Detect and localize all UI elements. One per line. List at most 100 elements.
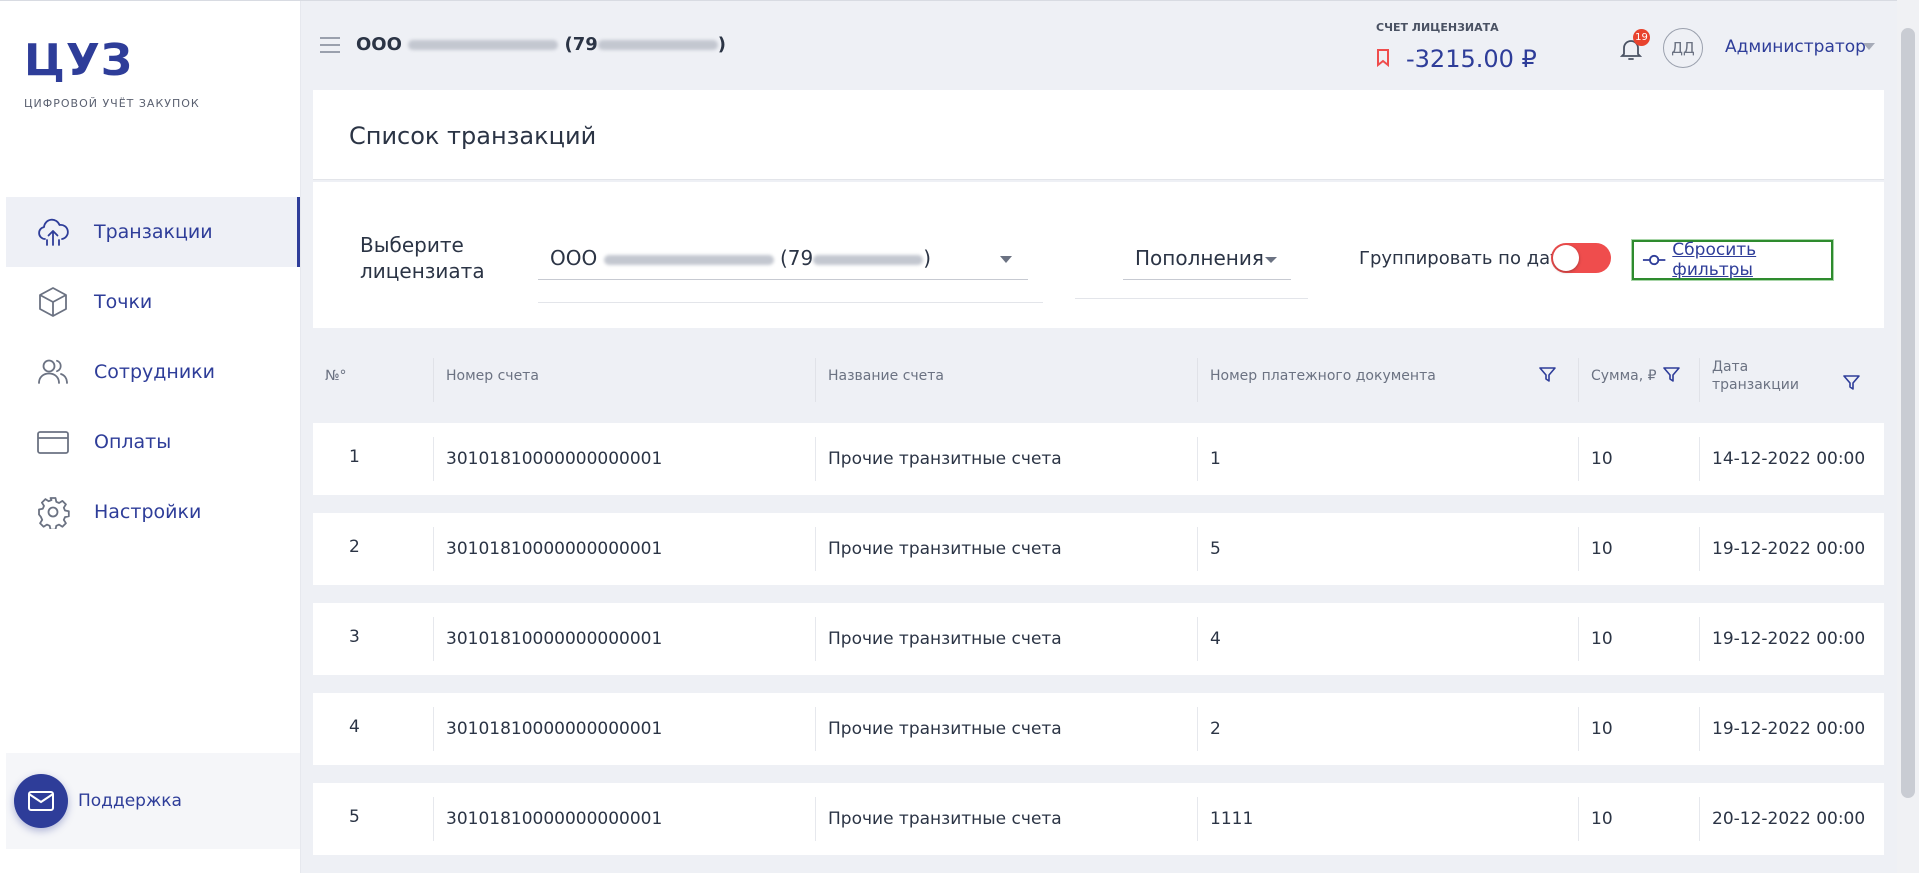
reset-filter-icon — [1642, 254, 1666, 266]
user-menu[interactable]: Администратор — [1725, 37, 1866, 57]
support-panel: Поддержка — [6, 753, 300, 849]
table-row[interactable]: 4 30101810000000000001 Прочие транзитные… — [313, 693, 1884, 765]
column-divider — [433, 617, 434, 661]
mail-icon — [28, 791, 54, 811]
chevron-down-icon[interactable] — [1863, 43, 1875, 50]
table-header: №° Номер счета Название счета Номер плат… — [313, 340, 1884, 412]
column-divider — [1699, 527, 1700, 571]
licensee-select[interactable]: ООО (79) — [538, 238, 1028, 280]
column-divider — [815, 437, 816, 481]
column-divider — [1197, 527, 1198, 571]
gear-icon — [36, 495, 70, 529]
cell-sum: 10 — [1591, 719, 1613, 739]
cell-account-name: Прочие транзитные счета — [828, 449, 1062, 469]
app-logo[interactable]: ЦУЗ — [24, 35, 133, 86]
column-divider — [1699, 797, 1700, 841]
column-divider — [815, 617, 816, 661]
vertical-scrollbar[interactable] — [1897, 0, 1919, 873]
page-title: Список транзакций — [349, 122, 597, 150]
sidebar: ЦУЗ ЦИФРОВОЙ УЧЁТ ЗАКУПОК Транзакции Точ… — [0, 0, 300, 873]
toggle-knob — [1553, 245, 1579, 271]
support-button[interactable] — [14, 774, 68, 828]
sidebar-item-employees[interactable]: Сотрудники — [6, 337, 300, 407]
cell-date: 19-12-2022 00:00 — [1712, 539, 1866, 559]
cell-account-number: 30101810000000000001 — [446, 629, 663, 649]
cell-number: 1 — [349, 447, 360, 467]
column-divider — [433, 437, 434, 481]
column-divider — [1578, 358, 1579, 402]
column-divider — [1578, 707, 1579, 751]
column-divider — [815, 707, 816, 751]
cell-account-name: Прочие транзитные счета — [828, 719, 1062, 739]
column-divider — [1578, 797, 1579, 841]
cell-number: 5 — [349, 807, 360, 827]
cell-date: 19-12-2022 00:00 — [1712, 629, 1866, 649]
title-bar: Список транзакций — [313, 90, 1884, 180]
notifications-badge: 19 — [1633, 29, 1650, 46]
column-divider — [1197, 617, 1198, 661]
cell-sum: 10 — [1591, 539, 1613, 559]
credit-card-icon — [36, 425, 70, 459]
menu-icon[interactable] — [320, 37, 340, 55]
column-header-payment-doc[interactable]: Номер платежного документа — [1210, 340, 1436, 412]
column-divider — [1699, 358, 1700, 402]
app-logo-subtitle: ЦИФРОВОЙ УЧЁТ ЗАКУПОК — [24, 97, 200, 110]
support-label[interactable]: Поддержка — [78, 791, 182, 811]
column-divider — [815, 527, 816, 571]
cell-number: 4 — [349, 717, 360, 737]
cell-payment-doc: 2 — [1210, 719, 1221, 739]
column-header-account-number[interactable]: Номер счета — [446, 340, 539, 412]
account-balance: -3215.00 ₽ — [1406, 45, 1537, 73]
table-row[interactable]: 3 30101810000000000001 Прочие транзитные… — [313, 603, 1884, 675]
cell-account-number: 30101810000000000001 — [446, 809, 663, 829]
group-by-date-label: Группировать по дате — [1359, 248, 1572, 269]
filter-icon[interactable] — [1539, 366, 1556, 383]
group-by-date-toggle[interactable] — [1551, 243, 1611, 273]
column-header-account-name[interactable]: Название счета — [828, 340, 944, 412]
cell-date: 20-12-2022 00:00 — [1712, 809, 1866, 829]
top-header: ООО (79) СЧЕТ ЛИЦЕНЗИАТА -3215.00 ₽ 19 Д… — [300, 0, 1897, 90]
cloud-upload-icon — [36, 215, 70, 249]
sidebar-item-label: Транзакции — [94, 221, 213, 243]
column-divider — [1197, 437, 1198, 481]
organization-name: ООО (79) — [356, 34, 726, 55]
sidebar-item-label: Настройки — [94, 501, 202, 523]
column-divider — [433, 797, 434, 841]
cube-icon — [36, 285, 70, 319]
transaction-type-select[interactable]: Пополнения — [1123, 238, 1291, 280]
cell-payment-doc: 1 — [1210, 449, 1221, 469]
column-divider — [1699, 707, 1700, 751]
sidebar-item-payments[interactable]: Оплаты — [6, 407, 300, 477]
account-label: СЧЕТ ЛИЦЕНЗИАТА — [1376, 21, 1499, 34]
sidebar-item-settings[interactable]: Настройки — [6, 477, 300, 547]
scrollbar-thumb[interactable] — [1901, 28, 1915, 798]
column-divider — [815, 358, 816, 402]
chevron-down-icon — [1265, 257, 1277, 263]
column-divider — [433, 358, 434, 402]
column-divider — [1197, 707, 1198, 751]
cell-sum: 10 — [1591, 809, 1613, 829]
sidebar-nav: Транзакции Точки Сотрудники Оплаты Настр… — [6, 197, 300, 547]
reset-filters-button[interactable]: Сбросить фильтры — [1632, 240, 1833, 280]
cell-sum: 10 — [1591, 629, 1613, 649]
table-row[interactable]: 2 30101810000000000001 Прочие транзитные… — [313, 513, 1884, 585]
column-header-number[interactable]: №° — [325, 340, 347, 412]
sidebar-item-transactions[interactable]: Транзакции — [6, 197, 300, 267]
filter-icon[interactable] — [1663, 366, 1680, 383]
cell-account-name: Прочие транзитные счета — [828, 809, 1062, 829]
cell-number: 3 — [349, 627, 360, 647]
bookmark-icon — [1377, 49, 1389, 67]
column-header-sum[interactable]: Сумма, ₽ — [1591, 340, 1657, 412]
main-panel: Список транзакций Выберите лицензиата ОО… — [313, 90, 1884, 873]
avatar[interactable]: ДД — [1663, 28, 1703, 68]
column-divider — [1578, 617, 1579, 661]
chevron-down-icon — [1000, 256, 1012, 263]
table-row[interactable]: 1 30101810000000000001 Прочие транзитные… — [313, 423, 1884, 495]
column-divider — [1699, 617, 1700, 661]
sidebar-item-points[interactable]: Точки — [6, 267, 300, 337]
cell-date: 14-12-2022 00:00 — [1712, 449, 1866, 469]
sidebar-item-label: Точки — [94, 291, 153, 313]
column-header-date[interactable]: Дата транзакции — [1712, 340, 1802, 412]
filter-icon[interactable] — [1843, 374, 1860, 391]
table-row[interactable]: 5 30101810000000000001 Прочие транзитные… — [313, 783, 1884, 855]
